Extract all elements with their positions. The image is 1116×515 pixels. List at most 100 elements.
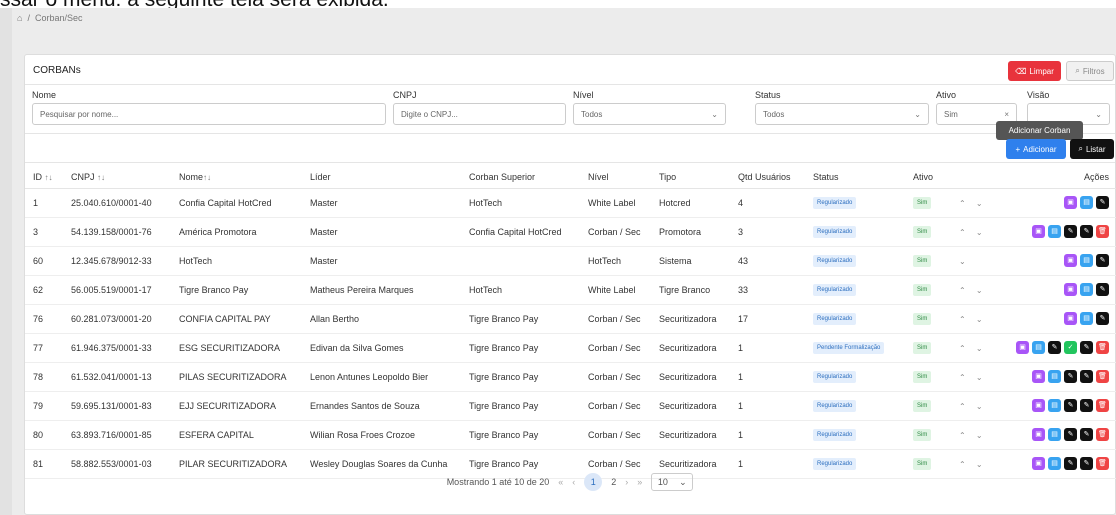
view-icon[interactable]: ▣ [1016, 341, 1029, 354]
row-order: ⌃ ⌄ [951, 362, 993, 392]
edit-icon[interactable]: ✎ [1080, 225, 1093, 238]
page-2-button[interactable]: 2 [611, 477, 616, 487]
col-cnpj[interactable]: CNPJ ↑↓ [63, 166, 171, 189]
detail-icon[interactable]: ▤ [1048, 399, 1061, 412]
edit-icon[interactable]: ✎ [1064, 428, 1077, 441]
status-badge: Regularizado [813, 255, 857, 267]
col-tipo: Tipo [651, 166, 730, 189]
row-status: Regularizado [805, 246, 905, 276]
home-icon[interactable]: ⌂ [17, 13, 22, 23]
edit-icon[interactable]: ✎ [1096, 283, 1109, 296]
reorder-arrows-icon[interactable]: ⌃ ⌄ [959, 373, 987, 382]
detail-icon[interactable]: ▤ [1048, 428, 1061, 441]
approve-icon[interactable]: ✓ [1064, 341, 1077, 354]
row-corban-superior: Tigre Branco Pay [461, 391, 580, 421]
detail-icon[interactable]: ▤ [1080, 196, 1093, 209]
delete-icon[interactable]: 🗑 [1096, 457, 1109, 470]
last-page-button[interactable]: » [637, 477, 642, 487]
edit-icon[interactable]: ✎ [1080, 370, 1093, 383]
edit-icon[interactable]: ✎ [1064, 225, 1077, 238]
view-icon[interactable]: ▣ [1064, 283, 1077, 296]
row-corban-superior: Tigre Branco Pay [461, 333, 580, 363]
edit-icon[interactable]: ✎ [1080, 457, 1093, 470]
edit-icon[interactable]: ✎ [1064, 457, 1077, 470]
reorder-arrows-icon[interactable]: ⌃ ⌄ [959, 431, 987, 440]
row-cnpj: 60.281.073/0001-20 [63, 304, 171, 334]
nivel-select[interactable]: Todos ⌄ [573, 103, 726, 125]
next-page-button[interactable]: › [625, 477, 628, 487]
detail-icon[interactable]: ▤ [1080, 283, 1093, 296]
status-badge: Regularizado [813, 458, 857, 470]
detail-icon[interactable]: ▤ [1048, 370, 1061, 383]
adicionar-button[interactable]: + Adicionar [1006, 139, 1066, 159]
card-title: CORBANs [33, 65, 81, 76]
view-icon[interactable]: ▣ [1032, 457, 1045, 470]
edit-icon[interactable]: ✎ [1096, 254, 1109, 267]
view-icon[interactable]: ▣ [1032, 370, 1045, 383]
adicionar-label: Adicionar [1023, 144, 1057, 154]
delete-icon[interactable]: 🗑 [1096, 225, 1109, 238]
detail-icon[interactable]: ▤ [1080, 254, 1093, 267]
status-badge: Regularizado [813, 226, 857, 238]
reorder-arrows-icon[interactable]: ⌃ ⌄ [959, 199, 987, 208]
col-id[interactable]: ID ↑↓ [25, 166, 63, 189]
edit-icon[interactable]: ✎ [1080, 399, 1093, 412]
filter-label-ativo: Ativo [936, 90, 957, 100]
nome-search-input[interactable]: Pesquisar por nome... [32, 103, 386, 125]
view-icon[interactable]: ▣ [1032, 399, 1045, 412]
view-icon[interactable]: ▣ [1032, 225, 1045, 238]
nivel-value: Todos [581, 109, 603, 119]
row-acoes: ▣ ▤ ✎ [993, 304, 1116, 334]
detail-icon[interactable]: ▤ [1080, 312, 1093, 325]
edit-icon[interactable]: ✎ [1064, 399, 1077, 412]
row-tipo: Promotora [651, 217, 730, 247]
clear-icon[interactable]: × [1004, 110, 1009, 119]
reorder-arrows-icon[interactable]: ⌃ ⌄ [959, 402, 987, 411]
view-icon[interactable]: ▣ [1032, 428, 1045, 441]
corbans-table: ID ↑↓ CNPJ ↑↓ Nome↑↓ Líder Corban Superi… [25, 166, 1116, 479]
detail-icon[interactable]: ▤ [1048, 457, 1061, 470]
reorder-arrows-icon[interactable]: ⌃ ⌄ [959, 286, 987, 295]
row-lider: Matheus Pereira Marques [302, 275, 461, 305]
reorder-arrows-icon[interactable]: ⌃ ⌄ [959, 315, 987, 324]
edit-icon[interactable]: ✎ [1080, 428, 1093, 441]
detail-icon[interactable]: ▤ [1032, 341, 1045, 354]
listar-button[interactable]: ⌕ Listar [1070, 139, 1114, 159]
page-size-select[interactable]: 10 ⌄ [651, 473, 694, 491]
filtros-button[interactable]: ⌕ Filtros [1066, 61, 1114, 81]
view-icon[interactable]: ▣ [1064, 196, 1077, 209]
reorder-arrows-icon[interactable]: ⌄ [959, 257, 970, 266]
view-icon[interactable]: ▣ [1064, 312, 1077, 325]
row-ativo: Sim [905, 333, 951, 363]
reorder-arrows-icon[interactable]: ⌃ ⌄ [959, 344, 987, 353]
col-nome[interactable]: Nome↑↓ [171, 166, 302, 189]
edit-icon[interactable]: ✎ [1096, 196, 1109, 209]
table-row: 1 25.040.610/0001-40 Confia Capital HotCre… [25, 188, 1116, 218]
prev-page-button[interactable]: ‹ [572, 477, 575, 487]
edit-icon[interactable]: ✎ [1048, 341, 1061, 354]
view-icon[interactable]: ▣ [1064, 254, 1077, 267]
reorder-arrows-icon[interactable]: ⌃ ⌄ [959, 460, 987, 469]
delete-icon[interactable]: 🗑 [1096, 399, 1109, 412]
table-row: 77 61.946.375/0001-33 ESG SECURITIZADORA Ed… [25, 333, 1116, 363]
delete-icon[interactable]: 🗑 [1096, 370, 1109, 383]
edit-icon[interactable]: ✎ [1064, 370, 1077, 383]
limpar-label: Limpar [1029, 66, 1054, 76]
edit-icon[interactable]: ✎ [1096, 312, 1109, 325]
row-actions: ▣ ▤ ✎ ✎ 🗑 [1001, 370, 1116, 383]
row-order: ⌄ [951, 246, 993, 276]
cnpj-input[interactable]: Digite o CNPJ... [393, 103, 566, 125]
delete-icon[interactable]: 🗑 [1096, 341, 1109, 354]
edit-icon[interactable]: ✎ [1080, 341, 1093, 354]
status-select[interactable]: Todos ⌄ [755, 103, 929, 125]
reorder-arrows-icon[interactable]: ⌃ ⌄ [959, 228, 987, 237]
delete-icon[interactable]: 🗑 [1096, 428, 1109, 441]
row-order: ⌃ ⌄ [951, 217, 993, 247]
pagination: Mostrando 1 até 10 de 20 « ‹ 1 2 › » 10 … [25, 473, 1115, 491]
first-page-button[interactable]: « [558, 477, 563, 487]
detail-icon[interactable]: ▤ [1048, 225, 1061, 238]
limpar-button[interactable]: ⌫ Limpar [1008, 61, 1061, 81]
page-1-button[interactable]: 1 [584, 473, 603, 491]
row-acoes: ▣ ▤ ✎ [993, 188, 1116, 218]
row-tipo: Securitizadora [651, 304, 730, 334]
